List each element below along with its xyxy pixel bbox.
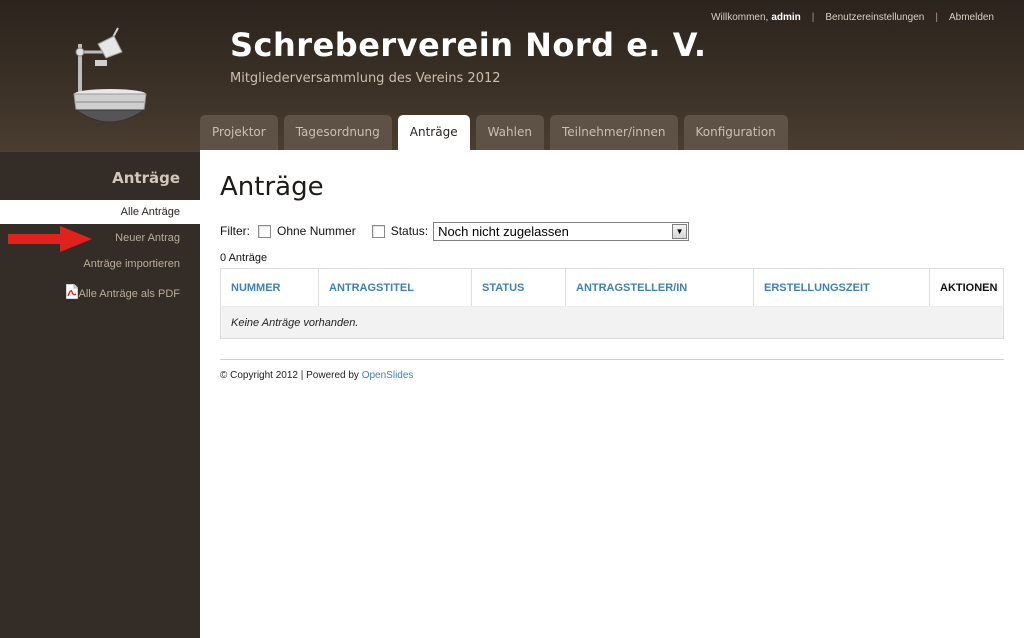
copyright-text: © Copyright 2012 | Powered by — [220, 370, 359, 381]
logout-link[interactable]: Abmelden — [949, 12, 994, 23]
no-number-label: Ohne Nummer — [277, 224, 356, 238]
sidebar: Anträge Alle Anträge Neuer Antrag Anträg… — [0, 150, 200, 638]
welcome-text: Willkommen, — [711, 12, 769, 23]
tab-konfiguration[interactable]: Konfiguration — [683, 115, 788, 150]
column-header-status[interactable]: STATUS — [471, 268, 566, 307]
overhead-projector-logo — [73, 27, 147, 123]
main-content: Anträge Filter: Ohne Nummer Status: Noch… — [200, 150, 1024, 638]
table-header-row: NUMMER ANTRAGSTITEL STATUS ANTRAGSTELLER… — [220, 268, 1004, 307]
filter-row: Filter: Ohne Nummer Status: Noch nicht z… — [220, 221, 690, 241]
column-header-actions: AKTIONEN — [929, 268, 1004, 307]
status-select-value: Noch nicht zugelassen — [438, 223, 569, 239]
status-checkbox[interactable] — [371, 224, 385, 238]
username: admin — [771, 12, 801, 23]
header: Schreberverein Nord e. V. Mitgliedervers… — [0, 0, 1024, 150]
sidebar-item-all-motions[interactable]: Alle Anträge — [0, 200, 200, 224]
motions-table: NUMMER ANTRAGSTITEL STATUS ANTRAGSTELLER… — [220, 268, 1004, 339]
main-tabs: Projektor Tagesordnung Anträge Wahlen Te… — [200, 115, 794, 150]
status-select[interactable]: Noch nicht zugelassen ▼ — [433, 221, 690, 241]
sidebar-item-pdf-export[interactable]: Alle Anträge als PDF — [0, 282, 200, 306]
site-subtitle: Mitgliederversammlung des Vereins 2012 — [230, 71, 501, 86]
red-arrow-annotation-icon — [8, 226, 92, 252]
status-label: Status: — [390, 224, 429, 238]
openslides-link[interactable]: OpenSlides — [362, 370, 414, 381]
column-header-submitter[interactable]: ANTRAGSTELLER/IN — [565, 268, 754, 307]
tab-wahlen[interactable]: Wahlen — [475, 115, 544, 150]
footer: © Copyright 2012 | Powered by OpenSlides — [220, 370, 413, 381]
tab-tagesordnung[interactable]: Tagesordnung — [283, 115, 392, 150]
site-title: Schreberverein Nord e. V. — [230, 26, 707, 64]
motion-count: 0 Anträge — [220, 252, 268, 264]
column-header-created[interactable]: ERSTELLUNGSZEIT — [753, 268, 930, 307]
sidebar-title: Anträge — [112, 169, 180, 187]
tab-teilnehmer[interactable]: Teilnehmer/innen — [549, 115, 678, 150]
column-header-title[interactable]: ANTRAGSTITEL — [318, 268, 472, 307]
filter-label: Filter: — [220, 224, 250, 238]
separator: | — [811, 12, 815, 23]
tab-projektor[interactable]: Projektor — [200, 115, 278, 150]
user-settings-link[interactable]: Benutzereinstellungen — [825, 12, 924, 23]
footer-divider — [220, 359, 1004, 360]
page-title: Anträge — [220, 172, 324, 202]
empty-table-message: Keine Anträge vorhanden. — [220, 306, 1004, 339]
tab-antraege[interactable]: Anträge — [397, 115, 470, 150]
user-nav: Willkommen, admin | Benutzereinstellunge… — [711, 12, 994, 23]
pdf-icon — [66, 284, 78, 299]
separator: | — [935, 12, 938, 23]
column-header-number[interactable]: NUMMER — [220, 268, 319, 307]
no-number-checkbox[interactable] — [258, 224, 271, 238]
table-row: Keine Anträge vorhanden. — [220, 306, 1004, 339]
chevron-down-icon[interactable]: ▼ — [672, 223, 688, 239]
sidebar-item-import-motions[interactable]: Anträge importieren — [0, 252, 200, 276]
